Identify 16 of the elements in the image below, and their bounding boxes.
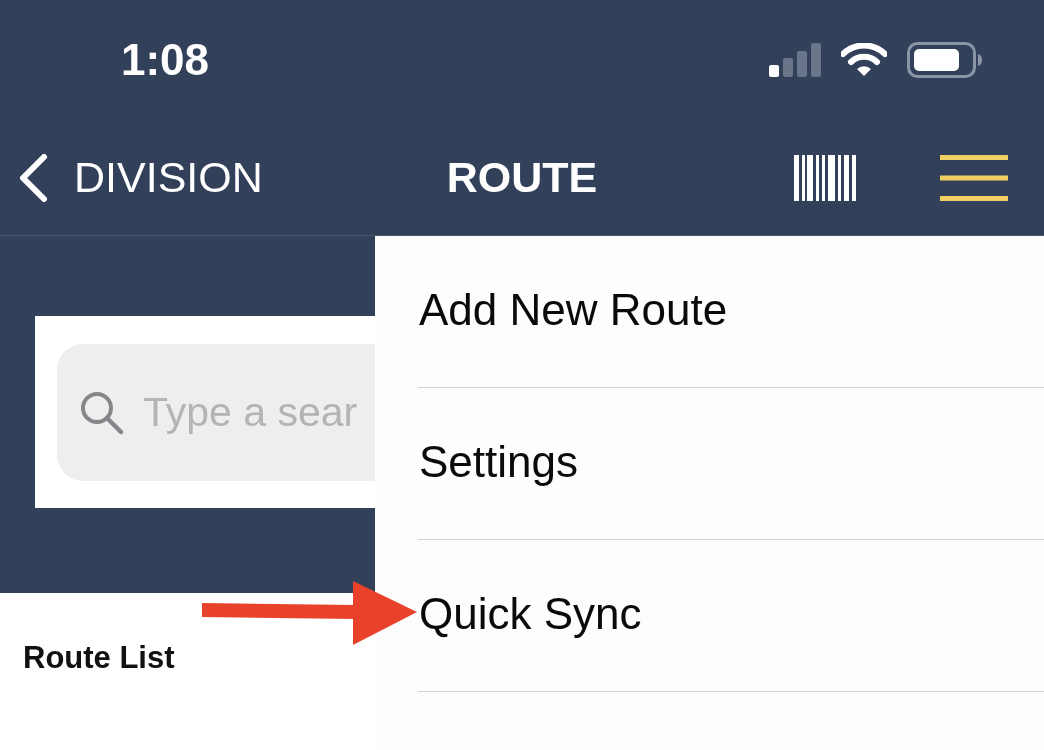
search-input[interactable]: Type a sear xyxy=(143,389,375,436)
chevron-left-icon xyxy=(18,153,48,202)
barcode-icon[interactable] xyxy=(794,154,856,201)
menu-item[interactable]: Settings xyxy=(418,388,1044,540)
signal-icon xyxy=(769,43,821,77)
back-button[interactable]: DIVISION xyxy=(18,153,263,202)
search-field[interactable]: Type a sear xyxy=(57,344,375,481)
menu-icon[interactable] xyxy=(940,154,1008,201)
status-time: 1:08 xyxy=(121,35,210,85)
section-title: Route List xyxy=(23,641,175,676)
menu-item[interactable]: Add New Route xyxy=(418,236,1044,388)
screen-title: ROUTE xyxy=(446,153,598,202)
menu-item[interactable]: Quick Sync xyxy=(418,540,1044,692)
search-icon xyxy=(80,390,124,435)
battery-icon xyxy=(907,42,982,78)
wifi-icon xyxy=(841,43,887,77)
